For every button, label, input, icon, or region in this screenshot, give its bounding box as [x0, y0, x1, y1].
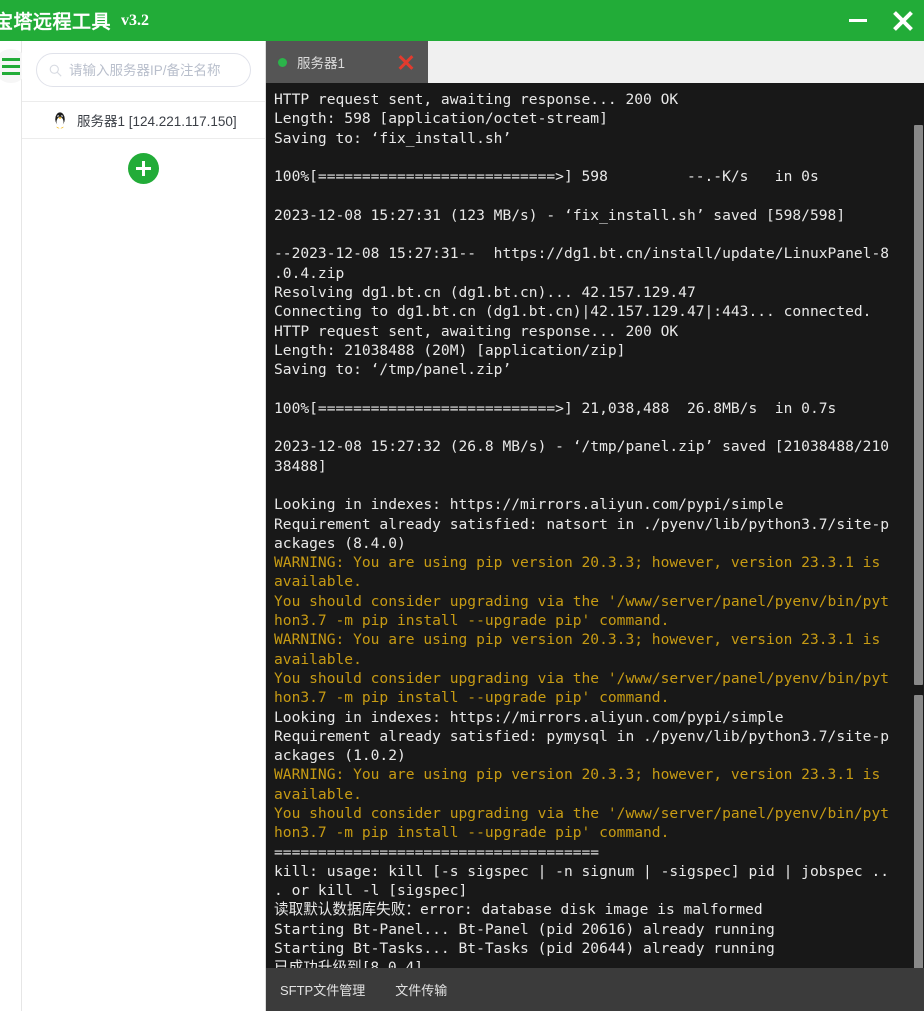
terminal-line: Requirement already satisfied: pymysql i…: [274, 727, 890, 745]
close-button[interactable]: [880, 0, 924, 41]
terminal-line: Length: 598 [application/octet-stream]: [274, 110, 608, 128]
linux-penguin-icon: [55, 111, 65, 128]
scrollbar-thumb-upper[interactable]: [914, 125, 923, 685]
terminal-line: 已成功升级到[8.0.4]: [274, 959, 424, 968]
terminal-output[interactable]: HTTP request sent, awaiting response... …: [266, 83, 924, 968]
app-version: v3.2: [121, 11, 150, 29]
terminal-line: Length: 21038488 (20M) [application/zip]: [274, 341, 626, 359]
terminal-line: You should consider upgrading via the '/…: [274, 592, 890, 610]
terminal-line: HTTP request sent, awaiting response... …: [274, 91, 679, 108]
remote-tool-window: 宝塔远程工具 v3.2 请输入服务器IP/备注名称 服务器1 [124.221.…: [0, 0, 924, 1011]
tab-server1[interactable]: 服务器1: [266, 41, 428, 83]
terminal-line: Connecting to dg1.bt.cn (dg1.bt.cn)|42.1…: [274, 303, 872, 321]
tab-label: 服务器1: [297, 56, 346, 71]
tab-strip: 服务器1: [266, 41, 924, 83]
tab-close-icon[interactable]: [397, 54, 414, 71]
window-controls: [836, 0, 924, 41]
close-icon: [891, 10, 913, 32]
terminal-line: 38488]: [274, 457, 327, 475]
search-box[interactable]: [36, 53, 251, 87]
terminal-line: Looking in indexes: https://mirrors.aliy…: [274, 496, 784, 514]
terminal-line: You should consider upgrading via the '/…: [274, 804, 890, 822]
sftp-file-manager-button[interactable]: SFTP文件管理: [280, 980, 365, 999]
terminal-line: 100%[===========================>] 21,03…: [274, 399, 837, 417]
terminal-line: ackages (8.4.0): [274, 534, 406, 552]
terminal-line: ackages (1.0.2): [274, 747, 406, 765]
terminal-line: available.: [274, 785, 362, 803]
terminal-line: .0.4.zip: [274, 264, 345, 282]
bottom-toolbar: SFTP文件管理 文件传输: [266, 968, 924, 1011]
minimize-button[interactable]: [836, 0, 880, 41]
terminal-line: =====================================: [274, 843, 600, 861]
terminal-line: 2023-12-08 15:27:31 (123 MB/s) - ‘fix_in…: [274, 206, 846, 224]
terminal-line: HTTP request sent, awaiting response... …: [274, 322, 679, 340]
terminal-line: Starting Bt-Tasks... Bt-Tasks (pid 20644…: [274, 940, 775, 958]
terminal-line: Requirement already satisfied: natsort i…: [274, 515, 890, 533]
search-input[interactable]: [69, 62, 238, 78]
terminal-line: Saving to: ‘fix_install.sh’: [274, 129, 512, 147]
terminal-line: You should consider upgrading via the '/…: [274, 669, 890, 687]
main-pane: 服务器1 HTTP request sent, awaiting respons…: [266, 41, 924, 1011]
file-transfer-button[interactable]: 文件传输: [395, 980, 447, 999]
server-list-item[interactable]: 服务器1 [124.221.117.150]: [22, 101, 265, 139]
minimize-icon: [849, 19, 867, 22]
terminal-line: hon3.7 -m pip install --upgrade pip' com…: [274, 689, 670, 707]
terminal-line: Starting Bt-Panel... Bt-Panel (pid 20616…: [274, 920, 775, 938]
terminal-line: Looking in indexes: https://mirrors.aliy…: [274, 708, 784, 726]
server-list-item-label: 服务器1 [124.221.117.150]: [77, 114, 237, 129]
terminal-line: . or kill -l [sigspec]: [274, 882, 468, 900]
app-title: 宝塔远程工具: [0, 12, 112, 33]
terminal-line: available.: [274, 650, 362, 668]
server-sidebar: 服务器1 [124.221.117.150]: [22, 41, 266, 1011]
terminal-line: kill: usage: kill [-s sigspec | -n signu…: [274, 862, 890, 880]
terminal-line: available.: [274, 573, 362, 591]
search-icon: [49, 64, 62, 77]
terminal-line: 100%[===========================>] 598 -…: [274, 168, 819, 186]
add-server-button[interactable]: [128, 153, 159, 184]
scrollbar-thumb-lower[interactable]: [914, 695, 923, 1010]
terminal-line: hon3.7 -m pip install --upgrade pip' com…: [274, 612, 670, 630]
server-list: 服务器1 [124.221.117.150]: [22, 101, 265, 139]
terminal-line: WARNING: You are using pip version 20.3.…: [274, 554, 881, 572]
terminal-line: hon3.7 -m pip install --upgrade pip' com…: [274, 824, 670, 842]
add-server-row: [22, 153, 265, 184]
status-online-dot: [278, 57, 287, 67]
terminal-line: WARNING: You are using pip version 20.3.…: [274, 766, 881, 784]
left-rail: [0, 41, 28, 1011]
terminal-line: --2023-12-08 15:27:31-- https://dg1.bt.c…: [274, 245, 890, 263]
terminal-scrollbar[interactable]: [912, 83, 924, 1010]
terminal-line: WARNING: You are using pip version 20.3.…: [274, 631, 881, 649]
terminal-line: Resolving dg1.bt.cn (dg1.bt.cn)... 42.15…: [274, 283, 696, 301]
terminal-line: 读取默认数据库失败：error: database disk image is …: [274, 901, 763, 919]
title-bar: 宝塔远程工具 v3.2: [0, 0, 924, 41]
terminal-line: 2023-12-08 15:27:32 (26.8 MB/s) - ‘/tmp/…: [274, 438, 890, 456]
terminal-line: Saving to: ‘/tmp/panel.zip’: [274, 361, 512, 379]
